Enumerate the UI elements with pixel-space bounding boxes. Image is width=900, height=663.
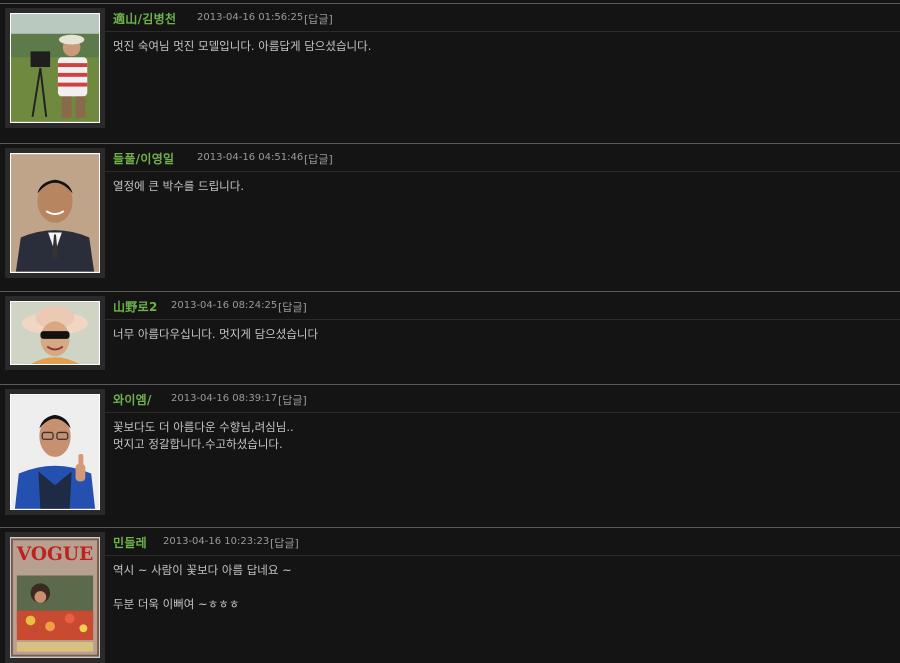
vogue-title: VOGUE (16, 544, 93, 565)
photographer-photo (11, 14, 99, 122)
comment-header: 適山/김병천 2013-04-16 01:56:25 [답글] (105, 4, 900, 32)
avatar-frame (5, 296, 105, 370)
reply-link[interactable]: [답글] (278, 299, 307, 315)
reply-link[interactable]: [답글] (304, 11, 333, 27)
comment-date: 2013-04-16 08:24:25 (171, 300, 278, 311)
comment-text: 역시 ~ 사람이 꽃보다 아름 답네요 ~ 두분 더욱 이뻐여 ~ㅎㅎㅎ (113, 563, 292, 611)
comment-item: 들풀/이영일 2013-04-16 04:51:46 [답글] 열정에 큰 박수… (0, 143, 900, 290)
avatar-frame (5, 389, 105, 515)
comment-text: 멋진 숙여님 멋진 모델입니다. 아름답게 담으셨습니다. (113, 39, 372, 53)
portrait-photo (11, 154, 99, 272)
comment-item: 適山/김병천 2013-04-16 01:56:25 [답글] 멋진 숙여님 멋… (0, 3, 900, 142)
comment-author[interactable]: 와이엠/ (113, 391, 152, 408)
avatar[interactable] (10, 153, 100, 273)
avatar-frame (5, 8, 105, 128)
comment-text: 너무 아름다우십니다. 멋지게 담으셨습니다 (113, 327, 319, 341)
avatar[interactable] (10, 301, 100, 365)
comment-date: 2013-04-16 04:51:46 (197, 152, 304, 163)
avatar-frame: VOGUE (5, 532, 105, 663)
reply-link[interactable]: [답글] (304, 151, 333, 167)
comment-header: 들풀/이영일 2013-04-16 04:51:46 [답글] (105, 144, 900, 172)
comment-author[interactable]: 山野로2 (113, 298, 158, 315)
comment-header: 山野로2 2013-04-16 08:24:25 [답글] (105, 292, 900, 320)
comment-date: 2013-04-16 08:39:17 (171, 393, 278, 404)
avatar[interactable] (10, 394, 100, 510)
avatar-frame (5, 148, 105, 278)
comment-header: 민들레 2013-04-16 10:23:23 [답글] (105, 528, 900, 556)
avatar[interactable] (10, 13, 100, 123)
reply-link[interactable]: [답글] (270, 535, 299, 551)
portrait-photo (11, 395, 99, 509)
comment-item: 와이엠/ 2013-04-16 08:39:17 [답글] 꽃보다도 더 아름다… (0, 384, 900, 526)
comment-text: 열정에 큰 박수를 드립니다. (113, 179, 245, 193)
comment-header: 와이엠/ 2013-04-16 08:39:17 [답글] (105, 385, 900, 413)
comment-item: VOGUE 민들레 2013-04-16 10:23:23 [답글] 역시 ~ … (0, 527, 900, 663)
portrait-photo (11, 302, 99, 364)
comment-author[interactable]: 들풀/이영일 (113, 150, 174, 167)
comment-date: 2013-04-16 10:23:23 (163, 536, 270, 547)
comment-author[interactable]: 適山/김병천 (113, 10, 176, 27)
magazine-cover-photo: VOGUE (11, 538, 99, 657)
comment-date: 2013-04-16 01:56:25 (197, 12, 304, 23)
comment-author[interactable]: 민들레 (113, 534, 147, 551)
avatar[interactable]: VOGUE (10, 537, 100, 658)
reply-link[interactable]: [답글] (278, 392, 307, 408)
comment-item: 山野로2 2013-04-16 08:24:25 [답글] 너무 아름다우십니다… (0, 291, 900, 383)
comment-text: 꽃보다도 더 아름다운 수향님,려심님.. 멋지고 정갈합니다.수고하셨습니다. (113, 420, 294, 451)
